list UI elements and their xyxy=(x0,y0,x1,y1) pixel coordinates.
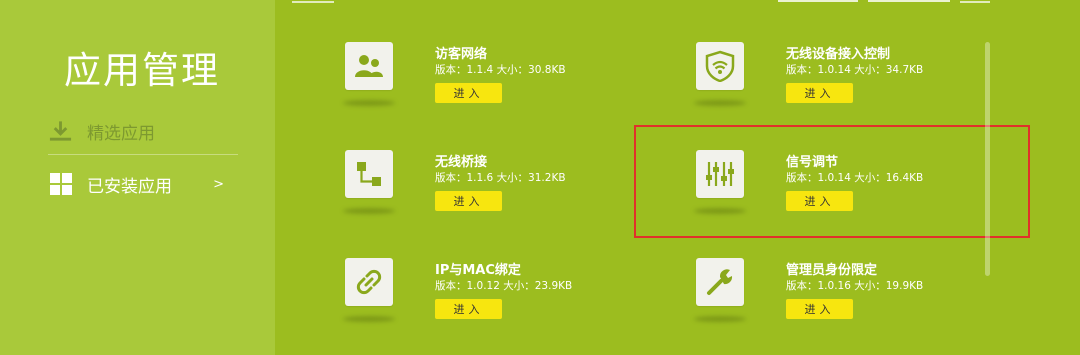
sidebar: 应用管理 精选应用 已安装应用 > xyxy=(0,0,275,355)
app-name: 无线设备接入控制 xyxy=(786,47,891,62)
app-name: IP与MAC绑定 xyxy=(435,263,521,278)
sidebar-item-label: 已安装应用 xyxy=(87,176,172,197)
app-size: 大小：30.8KB xyxy=(496,64,566,76)
app-version: 版本：1.0.14 xyxy=(786,64,851,76)
app-version: 版本：1.1.4 xyxy=(435,64,494,76)
enter-button[interactable]: 进入 xyxy=(435,191,502,211)
top-nav-fragment-right xyxy=(960,0,990,3)
app-meta: 版本：1.0.16 大小：19.9KB xyxy=(786,278,923,293)
icon-shadow xyxy=(343,100,395,106)
app-version: 版本：1.0.12 xyxy=(435,280,500,292)
link-icon xyxy=(345,258,393,306)
app-size: 大小：34.7KB xyxy=(854,64,924,76)
grid-icon xyxy=(48,172,73,197)
app-version: 版本：1.0.16 xyxy=(786,280,851,292)
wrench-icon xyxy=(696,258,744,306)
enter-button[interactable]: 进入 xyxy=(786,299,853,319)
bridge-icon xyxy=(345,150,393,198)
app-card-wireless-bridge: 无线桥接 版本：1.1.6 大小：31.2KB 进入 xyxy=(343,150,645,250)
app-card-guest-network: 访客网络 版本：1.1.4 大小：30.8KB 进入 xyxy=(343,42,645,142)
app-meta: 版本：1.0.12 大小：23.9KB xyxy=(435,278,572,293)
highlight-annotation xyxy=(634,125,1030,238)
app-name: 管理员身份限定 xyxy=(786,263,878,278)
top-link-underline[interactable] xyxy=(778,0,858,2)
guest-users-icon xyxy=(345,42,393,90)
app-size: 大小：23.9KB xyxy=(503,280,573,292)
app-meta: 版本：1.1.4 大小：30.8KB xyxy=(435,62,566,77)
top-nav-fragment-left xyxy=(292,0,334,3)
download-icon xyxy=(48,119,73,144)
app-meta: 版本：1.0.14 大小：34.7KB xyxy=(786,62,923,77)
app-name: 无线桥接 xyxy=(435,155,488,170)
app-card-admin-restriction: 管理员身份限定 版本：1.0.16 大小：19.9KB 进入 xyxy=(694,258,996,355)
enter-button[interactable]: 进入 xyxy=(435,83,502,103)
scrollbar[interactable] xyxy=(985,42,990,276)
app-meta: 版本：1.1.6 大小：31.2KB xyxy=(435,170,566,185)
icon-shadow xyxy=(343,316,395,322)
app-card-ip-mac-binding: IP与MAC绑定 版本：1.0.12 大小：23.9KB 进入 xyxy=(343,258,645,355)
sidebar-item-installed-apps[interactable]: 已安装应用 > xyxy=(48,164,238,204)
icon-shadow xyxy=(694,316,746,322)
sidebar-item-featured-apps[interactable]: 精选应用 xyxy=(48,111,238,151)
enter-button[interactable]: 进入 xyxy=(435,299,502,319)
app-size: 大小：19.9KB xyxy=(854,280,924,292)
app-name: 访客网络 xyxy=(435,47,488,62)
app-size: 大小：31.2KB xyxy=(496,172,566,184)
top-link-underline[interactable] xyxy=(868,0,950,2)
app-version: 版本：1.1.6 xyxy=(435,172,494,184)
page-title: 应用管理 xyxy=(64,49,220,92)
icon-shadow xyxy=(343,208,395,214)
wifi-shield-icon xyxy=(696,42,744,90)
chevron-right-icon: > xyxy=(213,176,224,192)
enter-button[interactable]: 进入 xyxy=(786,83,853,103)
sidebar-item-label: 精选应用 xyxy=(87,123,155,144)
divider xyxy=(48,154,238,155)
icon-shadow xyxy=(694,100,746,106)
